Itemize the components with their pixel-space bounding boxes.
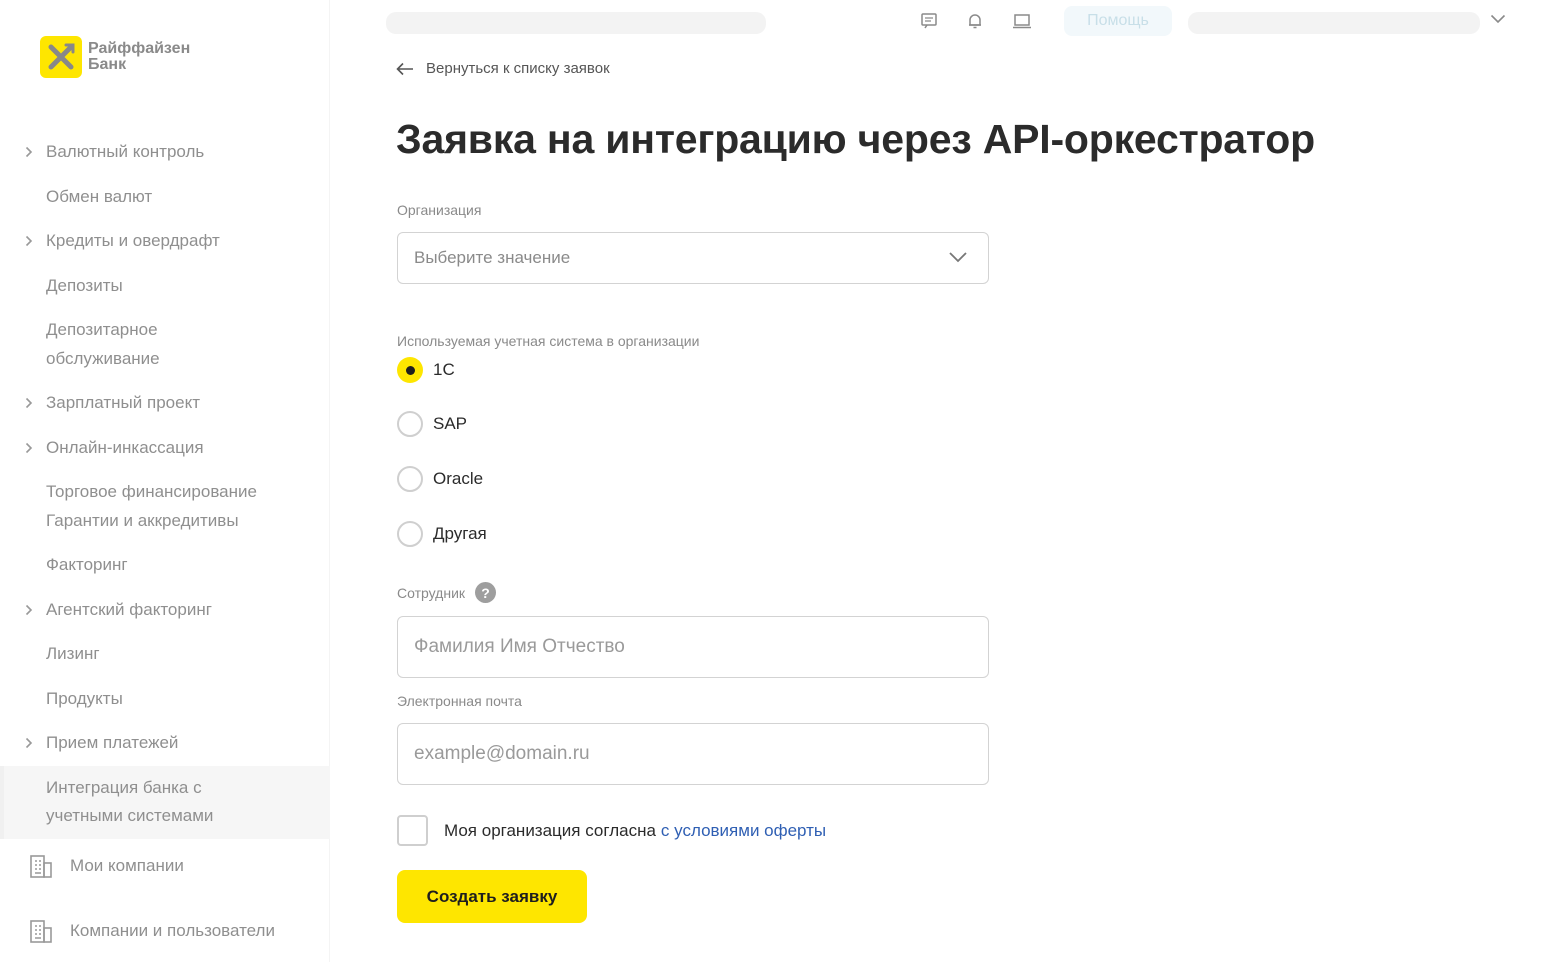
chevron-right-icon	[22, 596, 36, 624]
organization-select[interactable]: Выберите значение	[397, 232, 989, 284]
sidebar: Райффайзен Банк Валютный контроль Обмен …	[0, 0, 330, 962]
sidebar-item-agent-factoring[interactable]: Агентский факторинг	[0, 588, 330, 633]
chat-icon[interactable]	[918, 10, 940, 32]
laptop-icon[interactable]	[1011, 10, 1033, 32]
employee-name-input[interactable]	[397, 616, 989, 678]
help-button[interactable]: Помощь	[1064, 6, 1172, 36]
sidebar-item-bank-integration[interactable]: Интеграция банка с учетными системами	[0, 765, 330, 839]
chevron-right-icon	[22, 138, 36, 166]
chevron-right-icon	[22, 389, 36, 417]
radio-button[interactable]	[397, 521, 423, 547]
sidebar-item-label: Кредиты и овердрафт	[46, 231, 220, 250]
back-link-label: Вернуться к списку заявок	[426, 60, 610, 77]
arrow-left-icon	[396, 62, 413, 75]
bank-name-line2: Банк	[88, 56, 127, 73]
employee-label: Сотрудник	[397, 584, 466, 601]
sidebar-item-label: Валютный контроль	[46, 142, 205, 161]
page-title: Заявка на интеграцию через API-оркестрат…	[396, 116, 1315, 162]
consent-checkbox[interactable]	[397, 815, 428, 846]
offer-terms-link[interactable]: с условиями оферты	[661, 821, 826, 841]
create-request-button[interactable]: Создать заявку	[397, 870, 587, 923]
sidebar-item-currency-control[interactable]: Валютный контроль	[0, 130, 330, 175]
sidebar-item-credits[interactable]: Кредиты и овердрафт	[0, 219, 330, 264]
building-icon	[30, 920, 52, 943]
email-input[interactable]	[397, 723, 989, 785]
employee-label-row: Сотрудник ?	[397, 582, 497, 603]
sidebar-item-label: Депозиты	[46, 275, 123, 295]
sidebar-item-label: Лизинг	[46, 644, 100, 663]
radio-label: Другая	[433, 524, 487, 543]
back-to-requests-link[interactable]: Вернуться к списку заявок	[396, 60, 610, 77]
sidebar-item-label: Агентский факторинг	[46, 599, 212, 619]
radio-option-other[interactable]: Другая	[397, 521, 487, 547]
consent-row: Моя организация согласна с условиями офе…	[397, 815, 826, 846]
radio-button[interactable]	[397, 466, 423, 492]
help-icon[interactable]: ?	[475, 582, 497, 603]
raiffeisen-logo-icon	[40, 36, 82, 78]
sidebar-item-deposits[interactable]: Депозиты	[0, 264, 330, 309]
sidebar-nav: Валютный контроль Обмен валют Кредиты и …	[0, 130, 330, 839]
search-placeholder-skeleton	[386, 12, 766, 34]
accounting-system-label: Используемая учетная система в организац…	[397, 333, 700, 349]
bank-logo[interactable]: Райффайзен Банк	[40, 36, 190, 78]
radio-option-1c[interactable]: 1С	[397, 357, 455, 383]
sidebar-item-label: Обмен валют	[46, 186, 153, 206]
sidebar-item-products[interactable]: Продукты	[0, 677, 330, 722]
sidebar-item-label: Прием платежей	[46, 733, 179, 752]
sidebar-item-factoring[interactable]: Факторинг	[0, 543, 330, 588]
radio-button-checked[interactable]	[397, 357, 423, 383]
sidebar-item-currency-exchange[interactable]: Обмен валют	[0, 175, 330, 220]
my-companies-link[interactable]: Мои компании	[28, 853, 184, 879]
sidebar-item-salary-project[interactable]: Зарплатный проект	[0, 381, 330, 426]
companies-and-users-label: Компании и пользователи	[70, 921, 275, 940]
sidebar-item-payments[interactable]: Прием платежей	[0, 721, 330, 766]
consent-text: Моя организация согласна	[444, 820, 656, 840]
sidebar-item-depositary[interactable]: Депозитарное обслуживание	[0, 308, 250, 381]
sidebar-item-label: Интеграция банка с учетными системами	[46, 777, 214, 826]
radio-label: Oracle	[433, 469, 484, 488]
bank-name-line1: Райффайзен	[88, 40, 191, 57]
organization-select-value: Выберите значение	[414, 248, 571, 267]
sidebar-item-label: Зарплатный проект	[46, 393, 200, 412]
sidebar-item-trade-finance[interactable]: Торговое финансирование Гарантии и аккре…	[0, 470, 300, 543]
sidebar-item-label: Факторинг	[46, 555, 128, 574]
companies-and-users-link[interactable]: Компании и пользователи	[28, 918, 275, 944]
sidebar-item-label: Депозитарное обслуживание	[46, 320, 160, 368]
chevron-right-icon	[22, 434, 36, 462]
chevron-right-icon	[22, 227, 36, 255]
sidebar-item-online-collection[interactable]: Онлайн-инкассация	[0, 426, 330, 471]
bank-name: Райффайзен Банк	[88, 41, 190, 73]
chevron-down-icon[interactable]	[1487, 8, 1509, 30]
sidebar-item-label: Онлайн-инкассация	[46, 437, 204, 457]
radio-option-oracle[interactable]: Oracle	[397, 466, 483, 492]
my-companies-label: Мои компании	[70, 856, 184, 875]
radio-button[interactable]	[397, 411, 423, 437]
radio-option-sap[interactable]: SAP	[397, 411, 467, 437]
chevron-right-icon	[22, 729, 36, 757]
bell-icon[interactable]	[964, 10, 986, 32]
sidebar-item-leasing[interactable]: Лизинг	[0, 632, 330, 677]
radio-label: 1С	[433, 360, 455, 379]
user-profile-skeleton	[1188, 12, 1480, 34]
sidebar-item-label: Продукты	[46, 688, 123, 708]
sidebar-item-label: Торговое финансирование Гарантии и аккре…	[46, 482, 257, 530]
organization-label: Организация	[397, 202, 482, 218]
email-label: Электронная почта	[397, 693, 522, 709]
radio-label: SAP	[433, 414, 468, 433]
chevron-down-icon	[949, 252, 967, 263]
building-icon	[30, 855, 52, 878]
